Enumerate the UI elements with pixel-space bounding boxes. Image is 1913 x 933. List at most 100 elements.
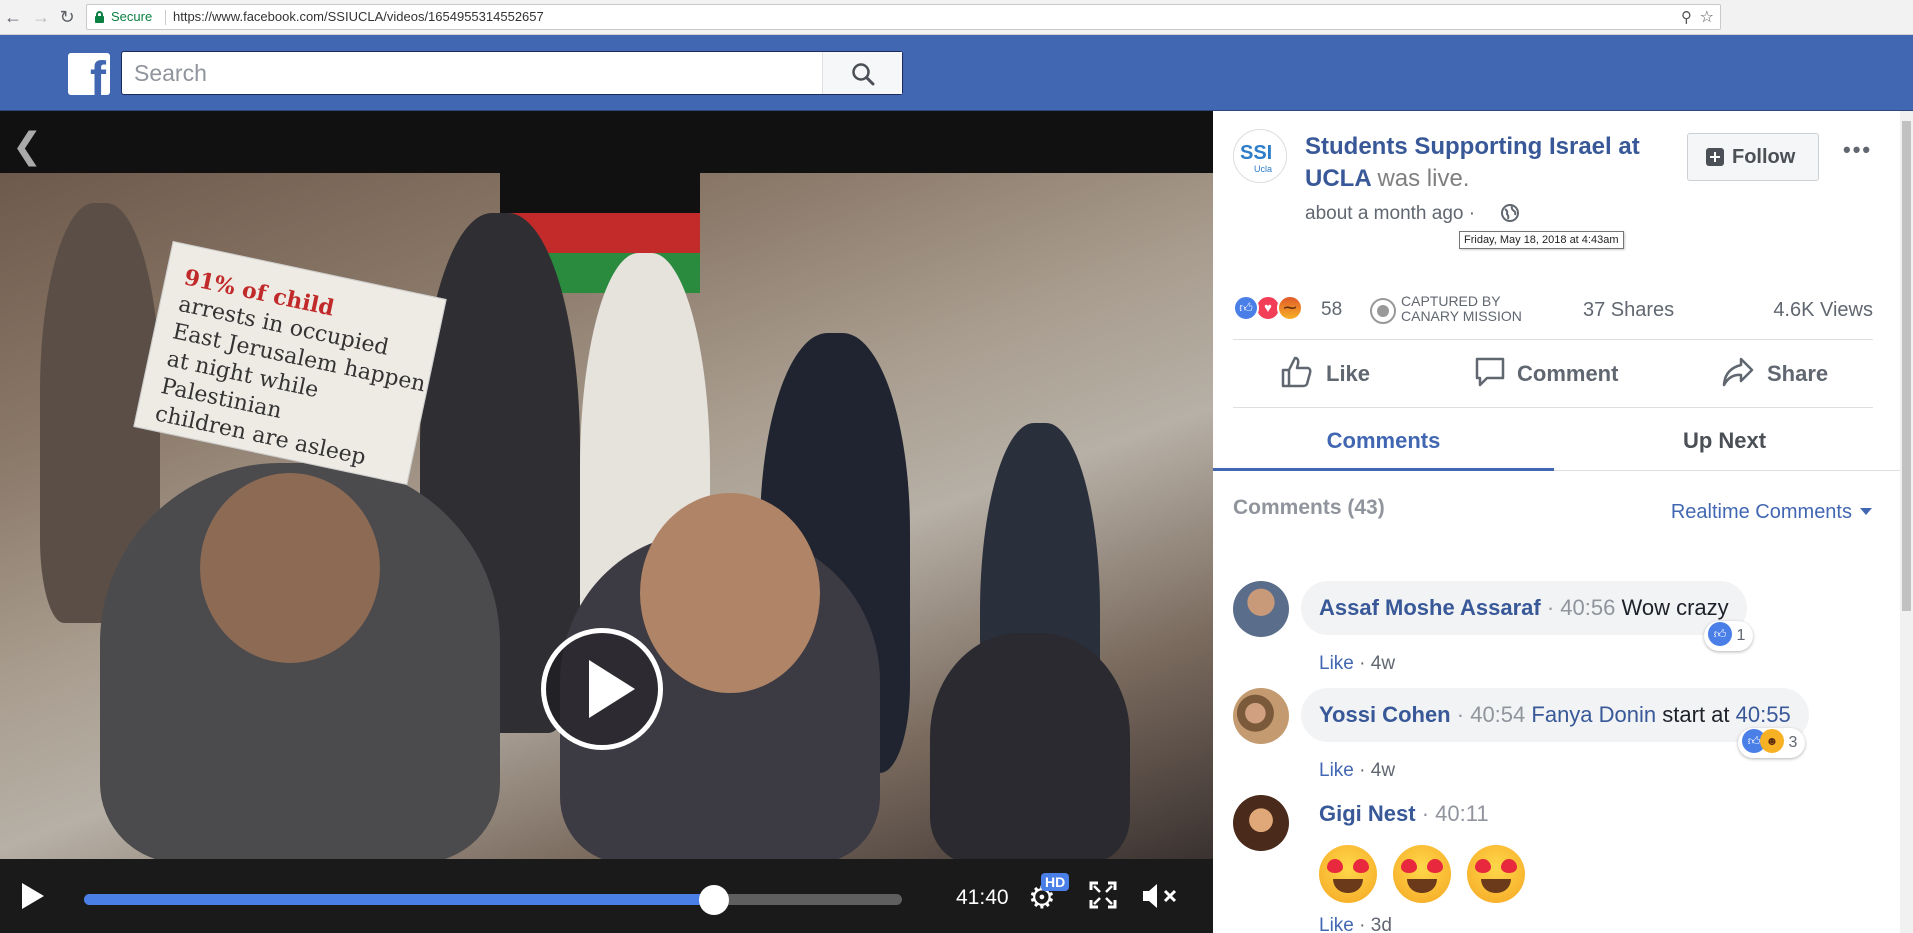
like-reaction-icon[interactable]: 👍︎ bbox=[1233, 295, 1259, 321]
avatar-text: SSI bbox=[1240, 142, 1273, 164]
comments-count-heading: Comments (43) bbox=[1233, 496, 1385, 519]
back-icon[interactable]: ← bbox=[2, 6, 24, 28]
protest-sign: 91% of child arrests in occupied East Je… bbox=[133, 240, 447, 486]
comment-button[interactable]: Comment bbox=[1473, 351, 1653, 397]
comment-time[interactable]: · 40:54 bbox=[1457, 702, 1526, 727]
url-text[interactable]: https://www.facebook.com/SSIUCLA/videos/… bbox=[173, 9, 544, 24]
video-topbar: ❮ bbox=[0, 111, 1213, 173]
video-player: ❮ 91% of child arrests in occupied East … bbox=[0, 111, 1213, 933]
views-count: 4.6K Views bbox=[1773, 299, 1873, 321]
like-label: Like bbox=[1326, 361, 1371, 386]
comment-bubble: Yossi Cohen · 40:54 Fanya Donin start at… bbox=[1301, 688, 1809, 742]
share-button[interactable]: Share bbox=[1721, 351, 1851, 397]
divider bbox=[1233, 339, 1873, 340]
comment-age[interactable]: 3d bbox=[1371, 915, 1392, 933]
divider bbox=[1233, 407, 1873, 408]
heart-eyes-emoji-icon bbox=[1319, 845, 1377, 903]
mute-icon[interactable] bbox=[1141, 881, 1179, 911]
zoom-icon[interactable]: ⚲ bbox=[1681, 8, 1692, 26]
haha-reaction-icon: ☻ bbox=[1760, 729, 1784, 754]
video-frame[interactable]: 91% of child arrests in occupied East Je… bbox=[0, 173, 1213, 859]
more-options-icon[interactable]: ••• bbox=[1843, 137, 1872, 163]
comment-author[interactable]: Yossi Cohen bbox=[1319, 702, 1451, 727]
comment-icon bbox=[1475, 357, 1505, 387]
comment-sort-dropdown[interactable]: Realtime Comments bbox=[1671, 501, 1872, 524]
facebook-header: f bbox=[0, 35, 1913, 111]
play-icon bbox=[589, 660, 635, 718]
comment-bubble: Assaf Moshe Assaraf · 40:56 Wow crazy bbox=[1301, 581, 1747, 635]
avatar[interactable] bbox=[1233, 795, 1289, 851]
like-reaction-icon: 👍︎ bbox=[1708, 622, 1732, 647]
comment-reactions[interactable]: 👍︎ 1 bbox=[1704, 621, 1754, 651]
comment-author[interactable]: Assaf Moshe Assaraf bbox=[1319, 595, 1541, 620]
comment-label: Comment bbox=[1517, 361, 1619, 386]
reaction-count: 1 bbox=[1736, 627, 1746, 644]
heart-eyes-emoji-icon bbox=[1392, 845, 1451, 903]
captured-line: CAPTURED BY bbox=[1401, 293, 1501, 309]
follow-button[interactable]: Follow bbox=[1687, 133, 1819, 181]
fullscreen-icon[interactable] bbox=[1089, 881, 1117, 909]
comment-like-link[interactable]: Like bbox=[1319, 653, 1354, 674]
comment-text: start at bbox=[1662, 702, 1730, 727]
separator: · bbox=[1468, 203, 1476, 224]
mention-link[interactable]: Fanya Donin bbox=[1531, 702, 1656, 727]
page-name-link[interactable]: Students Supporting Israel at UCLA bbox=[1305, 133, 1640, 192]
play-icon[interactable] bbox=[22, 883, 44, 909]
reload-icon[interactable]: ↻ bbox=[56, 6, 78, 28]
shares-count[interactable]: 37 Shares bbox=[1583, 299, 1674, 322]
comment-time[interactable]: · 40:56 bbox=[1547, 595, 1616, 620]
address-bar[interactable]: Secure https://www.facebook.com/SSIUCLA/… bbox=[86, 4, 1721, 30]
comment-reactions[interactable]: 👍︎ ☻ 3 bbox=[1738, 728, 1806, 758]
search-icon bbox=[852, 63, 875, 86]
heart-eyes-emoji-icon bbox=[1466, 845, 1525, 903]
post-panel: SSI Ucla Students Supporting Israel at U… bbox=[1213, 111, 1900, 933]
scrollbar[interactable] bbox=[1900, 111, 1913, 933]
timestamp-link[interactable]: 40:55 bbox=[1736, 702, 1791, 727]
scrollbar-thumb[interactable] bbox=[1902, 121, 1911, 611]
avatar[interactable] bbox=[1233, 688, 1289, 744]
address-separator bbox=[165, 10, 166, 25]
search-button[interactable] bbox=[822, 52, 902, 94]
search-input[interactable] bbox=[122, 52, 822, 94]
avatar-subtext: Ucla bbox=[1254, 164, 1273, 174]
browser-toolbar: ← → ↻ Secure https://www.facebook.com/SS… bbox=[0, 0, 1913, 35]
post-timestamp[interactable]: about a month ago · bbox=[1305, 203, 1475, 225]
time-display: 41:40 bbox=[956, 886, 1009, 909]
reaction-count: 3 bbox=[1788, 734, 1798, 751]
comment-time[interactable]: · 40:11 bbox=[1422, 801, 1489, 826]
comment-like-link[interactable]: Like bbox=[1319, 915, 1354, 933]
progress-bar[interactable] bbox=[84, 885, 902, 915]
face-image bbox=[200, 473, 380, 663]
comment-author[interactable]: Gigi Nest bbox=[1319, 801, 1416, 826]
search-box bbox=[121, 51, 903, 95]
follow-label: Follow bbox=[1732, 146, 1796, 168]
posted-time[interactable]: about a month ago bbox=[1305, 203, 1463, 224]
share-icon bbox=[1722, 357, 1754, 387]
previous-arrow-icon[interactable]: ❮ bbox=[12, 128, 42, 164]
comment-actions: Like · 3d bbox=[1319, 915, 1392, 933]
facebook-logo[interactable]: f bbox=[68, 53, 110, 95]
avatar[interactable] bbox=[1233, 581, 1289, 637]
tab-up-next[interactable]: Up Next bbox=[1554, 411, 1895, 471]
forward-icon[interactable]: → bbox=[30, 6, 52, 28]
progress-handle[interactable] bbox=[698, 885, 729, 915]
big-play-button[interactable] bbox=[541, 628, 663, 750]
bookmark-star-icon[interactable]: ☆ bbox=[1700, 7, 1714, 27]
tab-comments[interactable]: Comments bbox=[1213, 411, 1554, 471]
post-header: Students Supporting Israel at UCLA was l… bbox=[1305, 131, 1665, 195]
globe-icon bbox=[1501, 204, 1519, 222]
sort-label: Realtime Comments bbox=[1670, 501, 1852, 523]
hd-badge: HD bbox=[1041, 873, 1070, 891]
comment-text: Wow crazy bbox=[1621, 595, 1729, 620]
reaction-count[interactable]: 58 bbox=[1321, 299, 1342, 321]
comment-like-link[interactable]: Like bbox=[1319, 760, 1354, 781]
thumbs-up-icon bbox=[1281, 356, 1312, 388]
comment-age[interactable]: 4w bbox=[1371, 760, 1395, 781]
comment-age[interactable]: 4w bbox=[1371, 653, 1395, 674]
comment-emoji-row bbox=[1319, 845, 1527, 914]
comment-actions: Like · 4w bbox=[1319, 653, 1396, 674]
angry-reaction-icon[interactable]: ⁓ bbox=[1277, 295, 1303, 321]
like-button[interactable]: Like bbox=[1280, 351, 1410, 397]
captured-by-label: CAPTURED BY CANARY MISSION bbox=[1401, 294, 1522, 324]
page-avatar[interactable]: SSI Ucla bbox=[1233, 129, 1287, 183]
